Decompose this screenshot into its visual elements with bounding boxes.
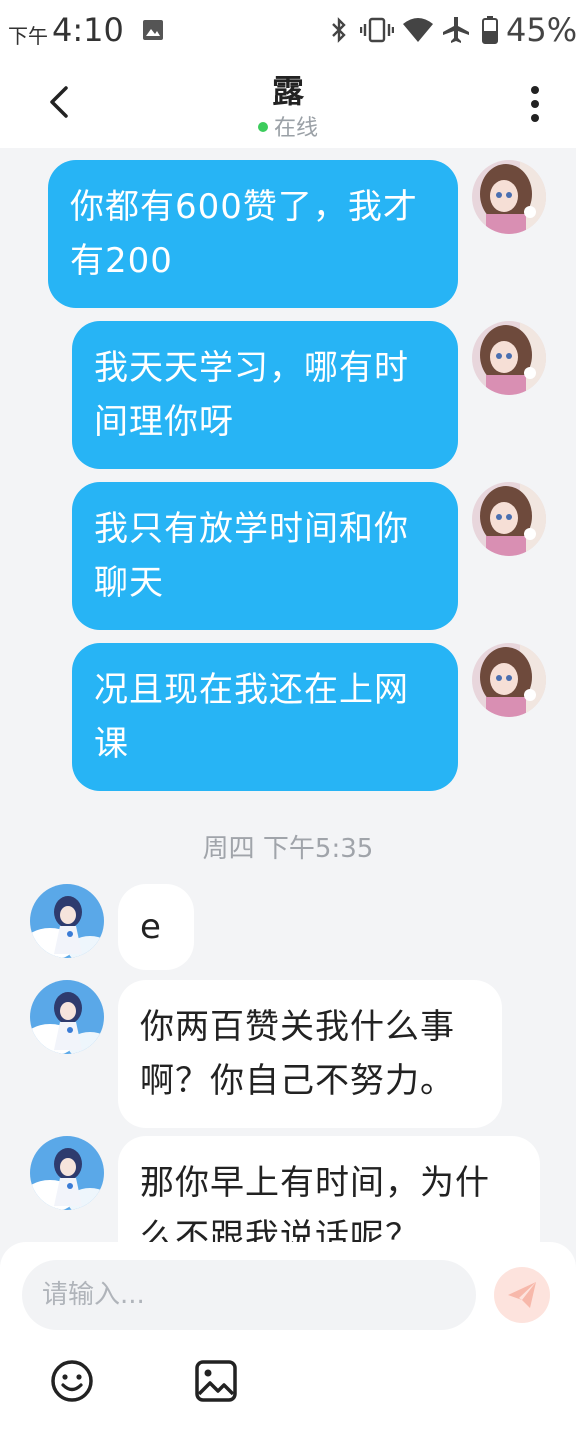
bluetooth-icon: [332, 17, 346, 43]
status-ampm: 下午: [8, 24, 48, 48]
message-line: 间理你呀: [94, 402, 234, 442]
emoji-icon: [51, 1360, 93, 1402]
message-line: 课: [94, 724, 129, 764]
image-picker-button[interactable]: [193, 1358, 239, 1404]
my-message-bubble[interactable]: 你都有600赞了，我才 有200: [48, 160, 458, 308]
contact-avatar[interactable]: [30, 1136, 104, 1210]
message-timestamp: 周四 下午5:35: [202, 834, 374, 864]
battery-icon: [482, 16, 498, 44]
image-icon: [143, 20, 163, 40]
wifi-icon: [403, 18, 433, 42]
chat-header: 露 在线: [0, 60, 576, 148]
my-avatar[interactable]: [472, 482, 546, 556]
my-avatar[interactable]: [472, 643, 546, 717]
contact-name: 露: [271, 72, 304, 110]
contact-message-bubble[interactable]: e: [118, 884, 194, 970]
message-input[interactable]: [22, 1260, 476, 1330]
message-line: 况且现在我还在上网: [94, 670, 409, 710]
emoji-button[interactable]: [49, 1358, 95, 1404]
status-bar: 下午 4:10 45%: [0, 0, 576, 60]
battery-percentage: 45%: [506, 11, 576, 49]
more-options-button[interactable]: [520, 82, 550, 126]
message-line: e: [140, 907, 162, 947]
input-panel: [0, 1242, 576, 1440]
my-message-bubble[interactable]: 我只有放学时间和你 聊天: [72, 482, 458, 630]
chat-messages[interactable]: 你都有600赞了，我才 有200 我天天学习，哪有时 间理你呀 我只有放学时间和…: [0, 148, 576, 1242]
contact-message-bubble[interactable]: 那你早上有时间，为什 么不跟我说话呢？: [118, 1136, 540, 1242]
message-line: 聊天: [94, 563, 164, 603]
vibrate-icon: [360, 17, 394, 43]
online-status-label: 在线: [273, 116, 318, 141]
contact-avatar[interactable]: [30, 980, 104, 1054]
send-button[interactable]: [494, 1267, 550, 1323]
message-line: 我天天学习，哪有时: [94, 348, 409, 388]
message-line: 么不跟我说话呢？: [140, 1217, 420, 1242]
image-icon: [195, 1360, 237, 1402]
send-icon: [508, 1282, 536, 1308]
contact-avatar[interactable]: [30, 884, 104, 958]
message-line: 我只有放学时间和你: [94, 509, 409, 549]
my-avatar[interactable]: [472, 160, 546, 234]
my-message-bubble[interactable]: 我天天学习，哪有时 间理你呀: [72, 321, 458, 469]
my-avatar[interactable]: [472, 321, 546, 395]
message-line: 有200: [70, 241, 173, 281]
airplane-icon: [443, 17, 469, 43]
status-time: 4:10: [52, 11, 124, 49]
online-dot-icon: [257, 122, 268, 132]
contact-message-bubble[interactable]: 你两百赞关我什么事 啊？你自己不努力。: [118, 980, 502, 1128]
message-line: 啊？你自己不努力。: [140, 1061, 455, 1101]
message-line: 那你早上有时间，为什: [140, 1163, 490, 1203]
online-status: 在线: [0, 110, 576, 142]
message-line: 你两百赞关我什么事: [140, 1007, 455, 1047]
message-line: 你都有600赞了，我才: [70, 187, 418, 227]
my-message-bubble[interactable]: 况且现在我还在上网 课: [72, 643, 458, 791]
